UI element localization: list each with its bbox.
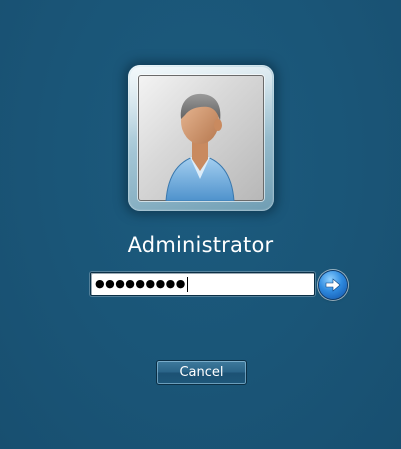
arrow-right-icon <box>325 278 341 292</box>
username-label: Administrator <box>127 233 274 257</box>
text-caret <box>186 276 188 292</box>
login-screen: Administrator ●●●●●●●●● Cancel <box>0 0 401 449</box>
avatar <box>138 75 264 201</box>
user-avatar-icon <box>165 93 235 201</box>
cancel-button[interactable]: Cancel <box>156 360 247 385</box>
password-mask: ●●●●●●●●● <box>95 277 186 290</box>
password-field[interactable]: ●●●●●●●●● <box>90 272 315 296</box>
avatar-frame <box>128 65 274 211</box>
password-value: ●●●●●●●●● <box>95 273 188 295</box>
submit-button[interactable] <box>319 271 347 299</box>
